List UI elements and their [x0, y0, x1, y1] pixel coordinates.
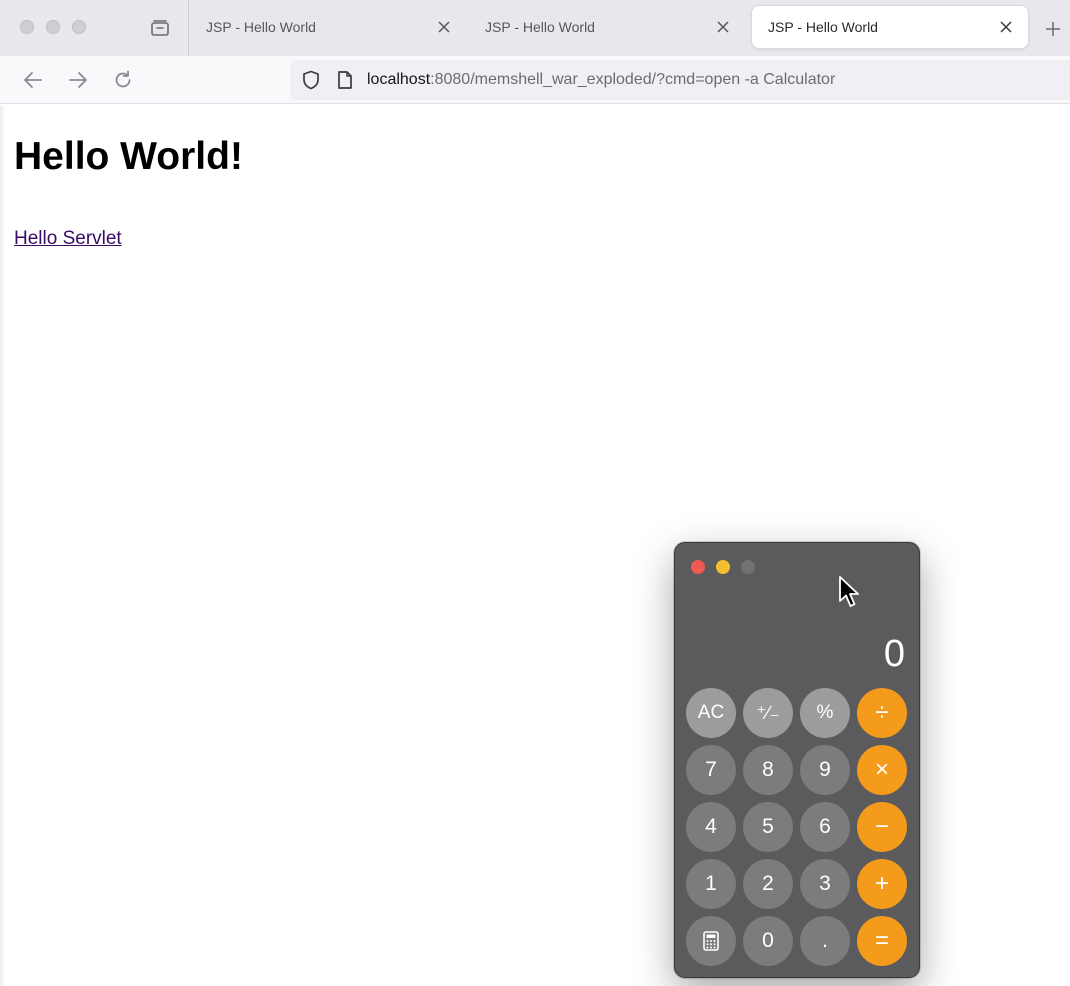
- page-heading: Hello World!: [14, 135, 243, 178]
- mode-key[interactable]: [686, 916, 736, 966]
- digit-4-key[interactable]: 4: [686, 802, 736, 852]
- address-bar[interactable]: localhost:8080/memshell_war_exploded/?cm…: [290, 60, 1070, 100]
- page-icon: [338, 71, 352, 89]
- plus-icon: [1046, 22, 1060, 36]
- forward-button[interactable]: [65, 67, 91, 93]
- tab-title: JSP - Hello World: [768, 19, 878, 35]
- tab-title: JSP - Hello World: [485, 19, 595, 35]
- digit-9-key[interactable]: 9: [800, 745, 850, 795]
- zoom-window-button[interactable]: [72, 20, 86, 34]
- mouse-cursor-icon: [839, 576, 859, 607]
- multiply-key[interactable]: ×: [857, 745, 907, 795]
- digit-2-key[interactable]: 2: [743, 859, 793, 909]
- url-path: :8080/memshell_war_exploded/?cmd=open -a…: [430, 71, 836, 88]
- calculator-zoom-button[interactable]: [741, 560, 755, 574]
- tab-title: JSP - Hello World: [206, 19, 316, 35]
- minimize-window-button[interactable]: [46, 20, 60, 34]
- close-window-button[interactable]: [20, 20, 34, 34]
- digit-8-key[interactable]: 8: [743, 745, 793, 795]
- calculator-keypad: AC ⁺∕₋ % ÷ 7 8 9 × 4 5 6 − 1 2 3 + 0 . =: [686, 688, 907, 966]
- window-edge-shadow: [0, 105, 5, 986]
- digit-0-key[interactable]: 0: [743, 916, 793, 966]
- close-icon: [1000, 21, 1012, 33]
- url-text[interactable]: localhost:8080/memshell_war_exploded/?cm…: [367, 71, 835, 89]
- tab-close-button[interactable]: [996, 17, 1016, 37]
- tab-3-active[interactable]: JSP - Hello World: [752, 6, 1028, 48]
- close-icon: [438, 21, 450, 33]
- calculator-display: 0: [883, 633, 905, 675]
- digit-1-key[interactable]: 1: [686, 859, 736, 909]
- decimal-key[interactable]: .: [800, 916, 850, 966]
- arrow-right-icon: [69, 72, 87, 88]
- shield-icon: [303, 70, 319, 90]
- add-key[interactable]: +: [857, 859, 907, 909]
- back-button[interactable]: [20, 67, 46, 93]
- divide-key[interactable]: ÷: [857, 688, 907, 738]
- tab-separator: [188, 0, 189, 56]
- digit-5-key[interactable]: 5: [743, 802, 793, 852]
- digit-6-key[interactable]: 6: [800, 802, 850, 852]
- equals-key[interactable]: =: [857, 916, 907, 966]
- hello-servlet-link[interactable]: Hello Servlet: [14, 228, 122, 250]
- digit-7-key[interactable]: 7: [686, 745, 736, 795]
- navigation-toolbar: localhost:8080/memshell_war_exploded/?cm…: [0, 56, 1070, 104]
- plus-minus-key[interactable]: ⁺∕₋: [743, 688, 793, 738]
- calculator-close-button[interactable]: [691, 560, 705, 574]
- tracking-protection-button[interactable]: [300, 69, 322, 91]
- calculator-window-controls: [691, 560, 755, 574]
- calculator-icon: [703, 931, 719, 951]
- tab-2[interactable]: JSP - Hello World: [469, 6, 745, 48]
- tab-bar: JSP - Hello World JSP - Hello World JSP …: [0, 0, 1070, 56]
- tab-tray-icon: [151, 20, 169, 36]
- new-tab-button[interactable]: [1040, 16, 1066, 42]
- calculator-window[interactable]: 0 AC ⁺∕₋ % ÷ 7 8 9 × 4 5 6 − 1 2 3 + 0 .…: [674, 542, 920, 978]
- arrow-left-icon: [24, 72, 42, 88]
- percent-key[interactable]: %: [800, 688, 850, 738]
- digit-3-key[interactable]: 3: [800, 859, 850, 909]
- tab-close-button[interactable]: [434, 17, 454, 37]
- reload-button[interactable]: [110, 67, 136, 93]
- tab-overview-button[interactable]: [146, 16, 174, 40]
- site-info-button[interactable]: [334, 69, 356, 91]
- clear-key[interactable]: AC: [686, 688, 736, 738]
- close-icon: [717, 21, 729, 33]
- window-controls: [20, 20, 86, 34]
- reload-icon: [115, 70, 131, 88]
- calculator-minimize-button[interactable]: [716, 560, 730, 574]
- tab-1[interactable]: JSP - Hello World: [190, 6, 466, 48]
- tab-close-button[interactable]: [713, 17, 733, 37]
- subtract-key[interactable]: −: [857, 802, 907, 852]
- url-host: localhost: [367, 71, 431, 88]
